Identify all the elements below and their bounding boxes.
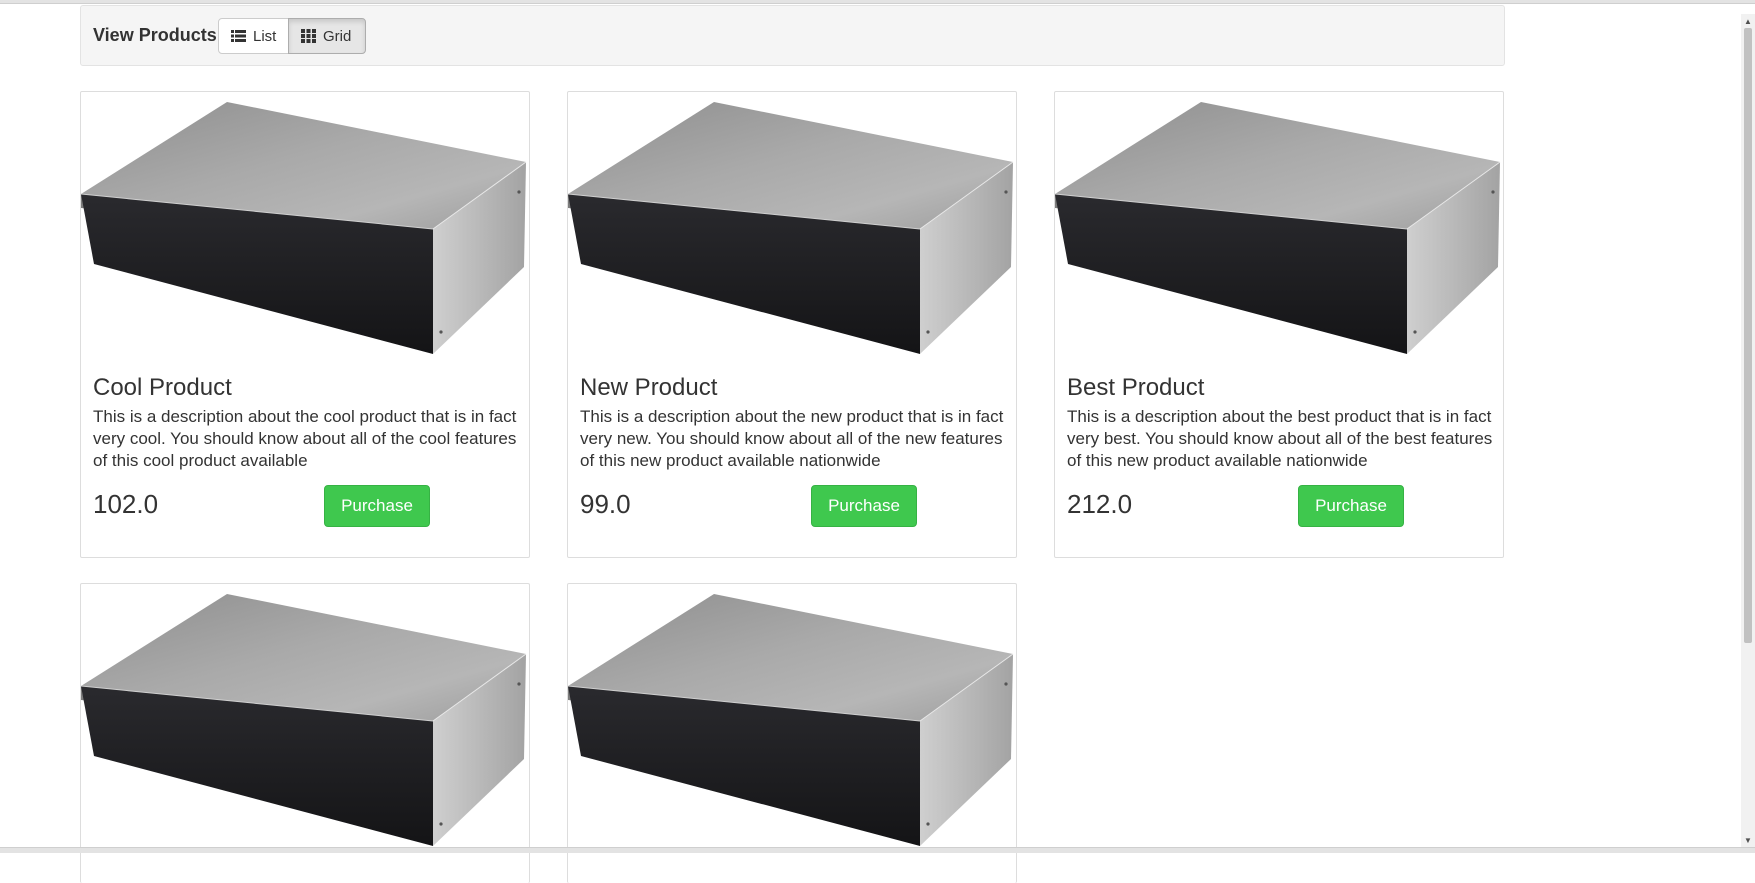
product-card (80, 583, 530, 883)
product-card: New Product This is a description about … (567, 91, 1017, 558)
product-card: Cool Product This is a description about… (80, 91, 530, 558)
vertical-scrollbar[interactable]: ▲ ▼ (1741, 14, 1755, 847)
product-description: This is a description about the new prod… (580, 407, 1004, 470)
product-image (81, 102, 529, 364)
product-price: 212.0 (1067, 489, 1133, 519)
product-name: New Product (580, 374, 718, 401)
product-name: Cool Product (93, 374, 232, 401)
view-toggle-group: List Grid (218, 18, 366, 54)
product-card: Best Product This is a description about… (1054, 91, 1504, 558)
toolbar-title: View Products (93, 25, 217, 45)
product-name: Best Product (1067, 374, 1205, 401)
window-bottom-border (0, 847, 1755, 853)
grid-icon (301, 29, 316, 43)
window-top-border (0, 0, 1755, 4)
product-description: This is a description about the best pro… (1067, 407, 1493, 470)
purchase-button[interactable]: Purchase (1298, 485, 1404, 527)
product-price: 102.0 (93, 489, 159, 519)
grid-view-button[interactable]: Grid (288, 18, 366, 54)
scroll-thumb[interactable] (1744, 28, 1752, 643)
scroll-down-arrow-icon[interactable]: ▼ (1741, 833, 1755, 847)
list-view-button[interactable]: List (218, 18, 289, 54)
scroll-up-arrow-icon[interactable]: ▲ (1741, 14, 1755, 28)
product-image (1055, 102, 1503, 364)
product-image (81, 594, 529, 856)
list-icon (231, 29, 246, 43)
purchase-button[interactable]: Purchase (324, 485, 430, 527)
grid-view-label: Grid (323, 27, 352, 45)
purchase-button[interactable]: Purchase (811, 485, 917, 527)
product-price: 99.0 (580, 489, 631, 519)
product-card (567, 583, 1017, 883)
view-toolbar: View Products List Grid (80, 5, 1505, 66)
product-image (568, 594, 1016, 856)
product-image (568, 102, 1016, 364)
list-view-label: List (253, 27, 277, 45)
product-description: This is a description about the cool pro… (93, 407, 517, 470)
